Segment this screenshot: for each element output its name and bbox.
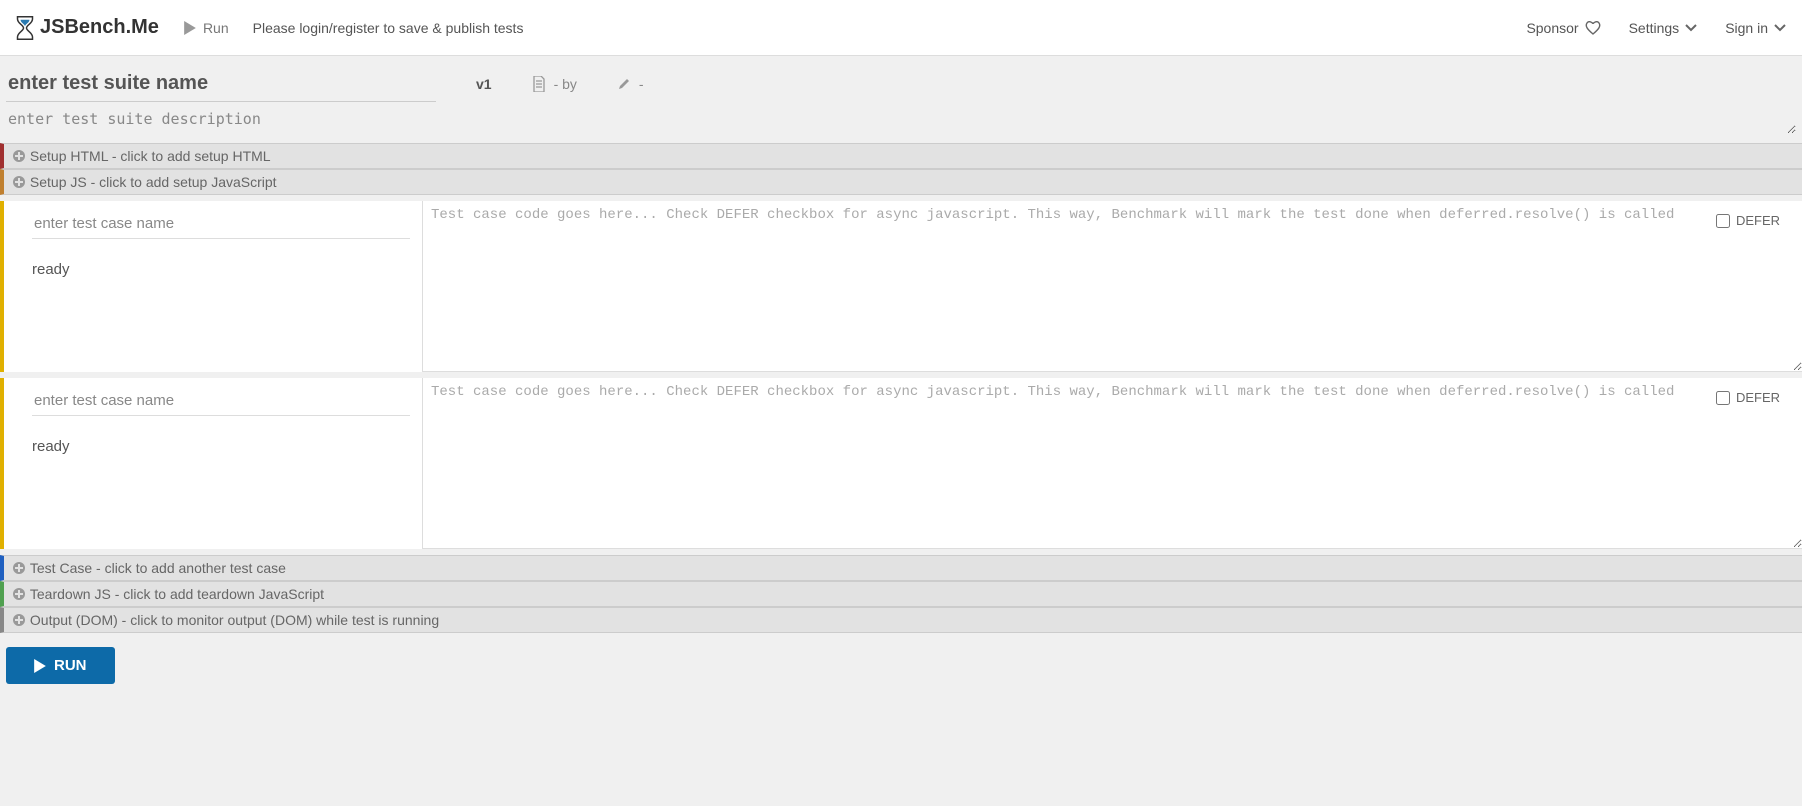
testcases-container: ready DEFER ready DEFER [0,201,1802,549]
setup-html-label: Setup HTML - click to add setup HTML [30,148,271,164]
nav-run-link[interactable]: Run [183,20,229,36]
defer-toggle[interactable]: DEFER [1712,211,1784,230]
suite-name-input[interactable] [6,66,436,102]
setup-js-bar[interactable]: Setup JS - click to add setup JavaScript [0,169,1802,195]
teardown-js-bar[interactable]: Teardown JS - click to add teardown Java… [0,581,1802,607]
brand-logo[interactable]: JSBench.Me [16,16,159,40]
testcase: ready DEFER [0,201,1802,372]
heart-icon [1585,21,1601,35]
nav-settings-label: Settings [1629,20,1680,36]
nav-signin[interactable]: Sign in [1725,20,1786,36]
plus-circle-icon [12,613,26,627]
nav-sponsor[interactable]: Sponsor [1526,20,1600,36]
pencil-icon [617,77,631,91]
setup-js-label: Setup JS - click to add setup JavaScript [30,174,277,190]
testcase-status: ready [32,261,410,278]
suite-author-meta: - by [532,76,577,92]
suite-header: v1 - by - [0,56,1802,143]
output-dom-bar[interactable]: Output (DOM) - click to monitor output (… [0,607,1802,633]
add-testcase-label: Test Case - click to add another test ca… [30,560,286,576]
testcase-right: DEFER [422,201,1802,372]
hourglass-icon [16,16,34,40]
plus-circle-icon [12,149,26,163]
run-button[interactable]: RUN [6,647,115,684]
testcase-name-input[interactable] [32,209,410,239]
output-dom-label: Output (DOM) - click to monitor output (… [30,612,439,628]
nav-sponsor-label: Sponsor [1526,20,1578,36]
nav-settings[interactable]: Settings [1629,20,1698,36]
nav-signin-label: Sign in [1725,20,1768,36]
testcase-right: DEFER [422,378,1802,549]
plus-circle-icon [12,561,26,575]
suite-version: v1 [476,76,492,92]
plus-circle-icon [12,175,26,189]
teardown-js-label: Teardown JS - click to add teardown Java… [30,586,324,602]
testcase-left: ready [4,378,422,549]
top-nav: JSBench.Me Run Please login/register to … [0,0,1802,56]
add-testcase-bar[interactable]: Test Case - click to add another test ca… [0,555,1802,581]
defer-toggle[interactable]: DEFER [1712,388,1784,407]
login-message: Please login/register to save & publish … [253,20,524,36]
testcase-status: ready [32,438,410,455]
defer-checkbox[interactable] [1716,391,1730,405]
testcase-name-input[interactable] [32,386,410,416]
testcase-left: ready [4,201,422,372]
suite-edit-label: - [639,76,644,92]
testcase-code-input[interactable] [422,201,1802,372]
defer-checkbox[interactable] [1716,214,1730,228]
nav-run-label: Run [203,20,229,36]
testcase: ready DEFER [0,378,1802,549]
defer-label: DEFER [1736,213,1780,228]
brand-text: JSBench.Me [40,16,159,39]
run-button-label: RUN [54,657,87,674]
suite-by-label: - by [554,76,577,92]
testcase-code-input[interactable] [422,378,1802,549]
chevron-down-icon [1774,24,1786,32]
play-icon [183,21,197,35]
chevron-down-icon [1685,24,1697,32]
setup-html-bar[interactable]: Setup HTML - click to add setup HTML [0,143,1802,169]
plus-circle-icon [12,587,26,601]
play-icon [34,659,46,673]
suite-edit-meta[interactable]: - [617,76,644,92]
suite-description-input[interactable] [6,102,1796,134]
document-icon [532,76,546,92]
defer-label: DEFER [1736,390,1780,405]
